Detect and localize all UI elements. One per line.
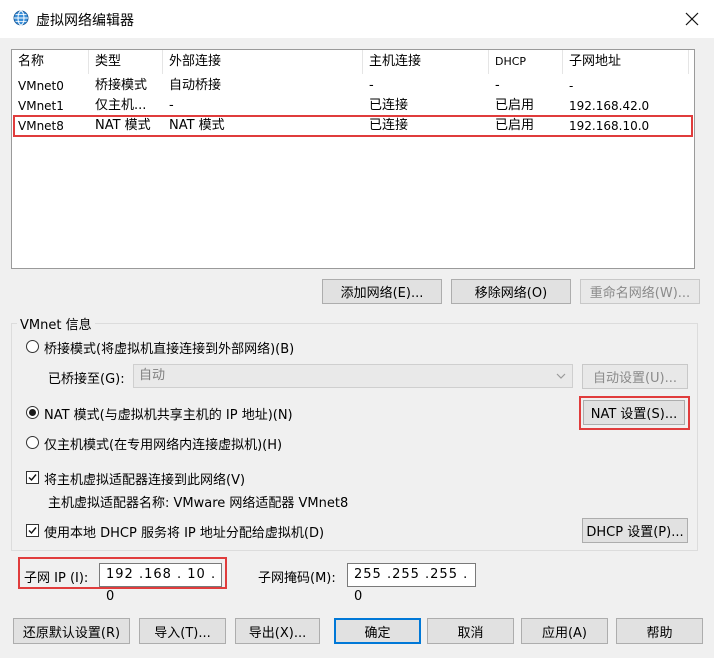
cell-subnet: 192.168.42.0 [569,99,650,113]
table-row[interactable]: VMnet0 桥接模式 自动桥接 - - - [12,76,694,96]
vmnet-info-title: VMnet 信息 [17,314,95,333]
cell-host: 已连接 [369,118,409,133]
subnet-ip-field[interactable]: 192 .168 . 10 . 0 [99,563,222,604]
nat-radio[interactable] [26,406,39,419]
globe-icon [13,10,29,26]
subnet-mask-label: 子网掩码(M): [258,571,336,586]
cell-host: - [369,78,374,93]
nat-settings-button[interactable]: NAT 设置(S)... [583,400,685,425]
cell-type: 仅主机... [95,98,147,113]
connect-adapter-checkbox[interactable] [26,471,39,484]
bridged-to-label: 已桥接至(G): [48,372,125,387]
dhcp-checkbox[interactable] [26,524,39,537]
cell-name: VMnet1 [18,99,64,113]
table-row-selected[interactable]: VMnet8 NAT 模式 NAT 模式 已连接 已启用 192.168.10.… [12,116,694,136]
dhcp-settings-button[interactable]: DHCP 设置(P)... [582,518,688,543]
dhcp-label[interactable]: 使用本地 DHCP 服务将 IP 地址分配给虚拟机(D) [44,522,324,541]
cell-name: VMnet8 [18,119,64,133]
adapter-name-label: 主机虚拟适配器名称: VMware 网络适配器 VMnet8 [48,496,349,511]
subnet-ip-label: 子网 IP (I): [24,571,89,586]
cell-dhcp: 已启用 [495,118,535,133]
cell-name: VMnet0 [18,79,64,93]
window-title: 虚拟网络编辑器 [36,13,134,29]
apply-button[interactable]: 应用(A) [521,618,608,644]
cell-dhcp: 已启用 [495,98,535,113]
nat-label[interactable]: NAT 模式(与虚拟机共享主机的 IP 地址)(N) [44,404,293,423]
bridged-radio[interactable] [26,340,39,353]
table-row[interactable]: VMnet1 仅主机... - 已连接 已启用 192.168.42.0 [12,96,694,116]
column-header-name[interactable]: 名称 [12,50,89,74]
column-header-type[interactable]: 类型 [89,50,163,74]
cell-external: - [169,98,174,113]
column-header-dhcp[interactable]: DHCP [489,50,563,74]
import-button[interactable]: 导入(T)... [139,618,226,644]
bridged-to-select[interactable]: 自动 [133,364,573,388]
checkmark-icon [28,474,37,482]
cell-dhcp: - [495,78,500,93]
subnet-mask-field[interactable]: 255 .255 .255 . 0 [347,563,476,604]
cell-subnet: - [569,79,574,93]
cell-type: 桥接模式 [95,78,148,93]
hostonly-label[interactable]: 仅主机模式(在专用网络内连接虚拟机)(H) [44,434,282,453]
network-list[interactable]: 名称 类型 外部连接 主机连接 DHCP 子网地址 VMnet0 桥接模式 自动… [11,49,695,269]
remove-network-button[interactable]: 移除网络(O) [451,279,571,304]
restore-defaults-button[interactable]: 还原默认设置(R) [13,618,130,644]
column-header-external[interactable]: 外部连接 [163,50,363,74]
connect-adapter-label[interactable]: 将主机虚拟适配器连接到此网络(V) [44,469,245,488]
auto-settings-button[interactable]: 自动设置(U)... [582,364,688,389]
checkmark-icon [28,527,37,535]
add-network-button[interactable]: 添加网络(E)... [322,279,442,304]
cell-external: NAT 模式 [169,118,225,133]
cell-type: NAT 模式 [95,118,151,133]
bridged-label[interactable]: 桥接模式(将虚拟机直接连接到外部网络)(B) [44,338,294,357]
cancel-button[interactable]: 取消 [427,618,514,644]
bridged-to-value: 自动 [139,368,166,383]
close-button[interactable] [672,2,712,36]
help-button[interactable]: 帮助 [616,618,703,644]
export-button[interactable]: 导出(X)... [235,618,320,644]
column-header-host[interactable]: 主机连接 [363,50,489,74]
cell-subnet: 192.168.10.0 [569,119,650,133]
chevron-down-icon [556,373,566,379]
close-icon [685,12,699,26]
cell-host: 已连接 [369,98,409,113]
cell-external: 自动桥接 [169,78,222,93]
hostonly-radio[interactable] [26,436,39,449]
ok-button[interactable]: 确定 [334,618,421,644]
column-header-subnet[interactable]: 子网地址 [563,50,689,74]
rename-network-button[interactable]: 重命名网络(W)... [580,279,700,304]
